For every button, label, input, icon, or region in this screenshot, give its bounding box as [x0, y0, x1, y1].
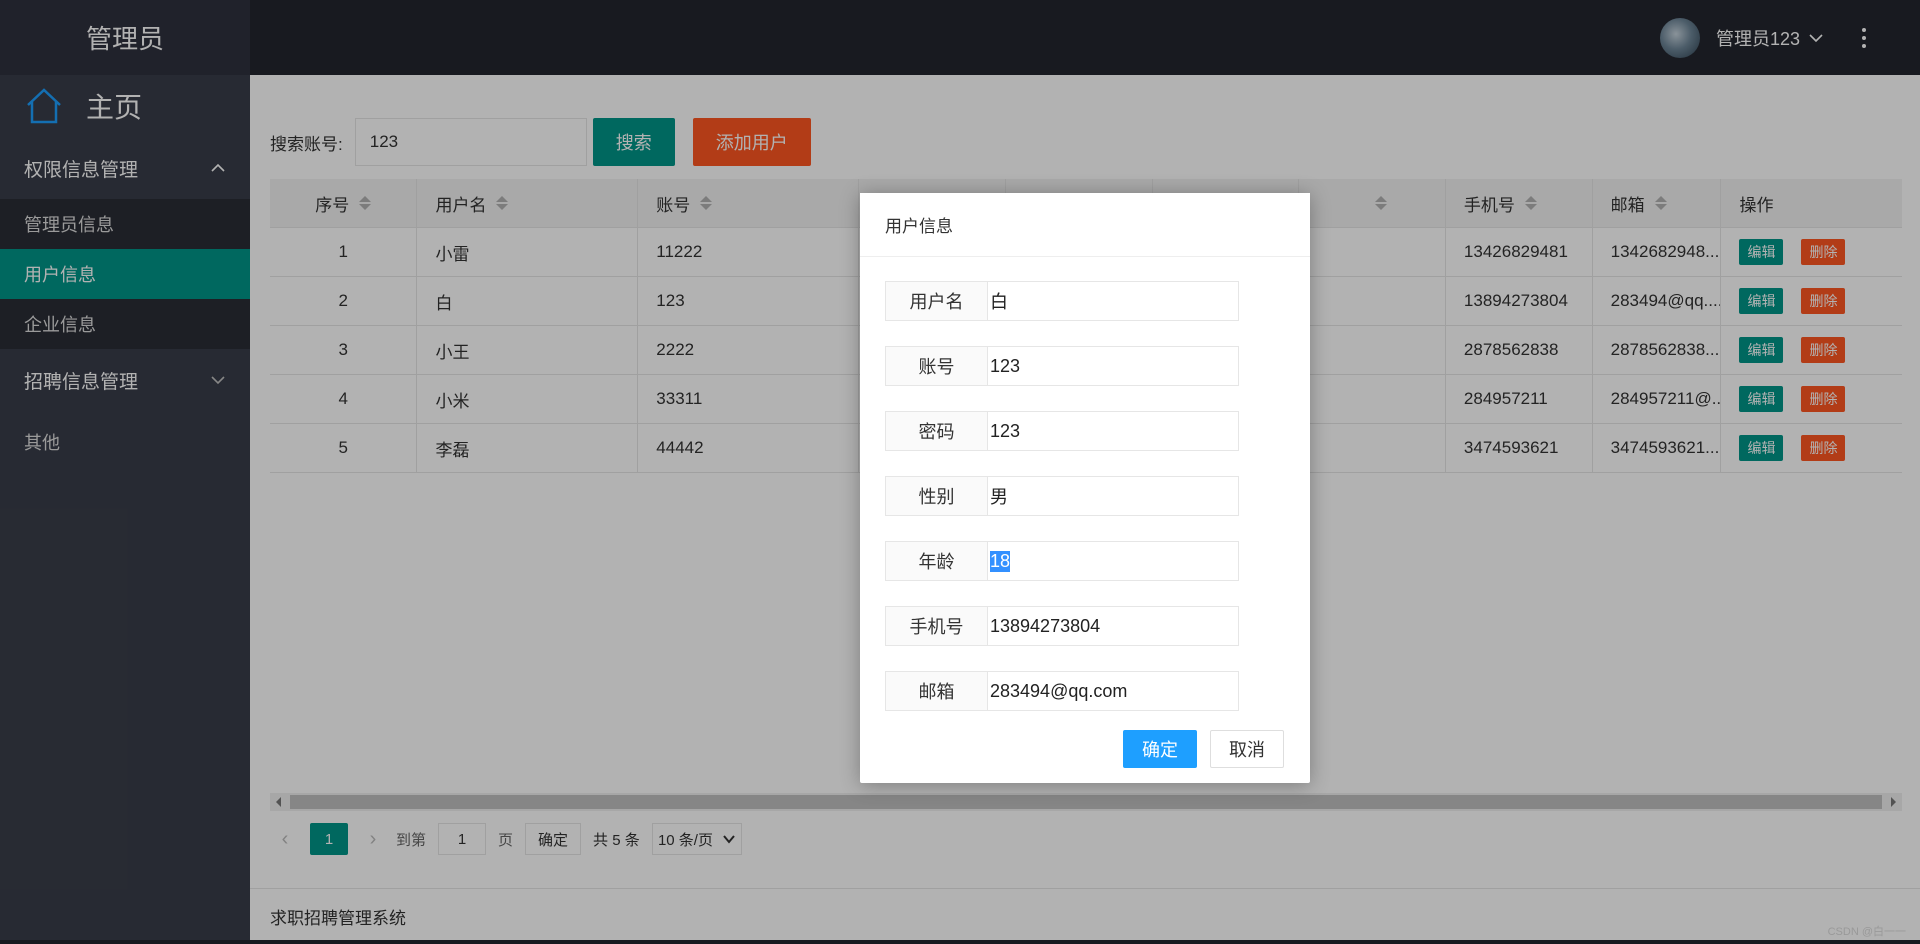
field-label: 用户名 [886, 282, 988, 320]
field-label: 年龄 [886, 542, 988, 580]
user-info-dialog: 用户信息 用户名 白 账号 123 密码 123 性别 男 年龄 18 手机号 … [860, 193, 1310, 783]
selected-text: 18 [990, 550, 1011, 572]
field-label: 密码 [886, 412, 988, 450]
field-phone: 手机号 13894273804 [885, 606, 1239, 646]
field-label: 邮箱 [886, 672, 988, 710]
gender-input[interactable]: 男 [988, 477, 1238, 515]
watermark: CSDN @白一一 [1827, 926, 1906, 938]
field-password: 密码 123 [885, 411, 1239, 451]
email-input[interactable]: 283494@qq.com [988, 672, 1238, 710]
field-email: 邮箱 283494@qq.com [885, 671, 1239, 711]
age-input[interactable]: 18 [988, 542, 1238, 580]
phone-input[interactable]: 13894273804 [988, 607, 1238, 645]
field-label: 性别 [886, 477, 988, 515]
account-input[interactable]: 123 [988, 347, 1238, 385]
password-input[interactable]: 123 [988, 412, 1238, 450]
field-label: 账号 [886, 347, 988, 385]
field-gender: 性别 男 [885, 476, 1239, 516]
cancel-button[interactable]: 取消 [1210, 730, 1284, 768]
username-input[interactable]: 白 [988, 282, 1238, 320]
field-account: 账号 123 [885, 346, 1239, 386]
field-age: 年龄 18 [885, 541, 1239, 581]
field-username: 用户名 白 [885, 281, 1239, 321]
field-label: 手机号 [886, 607, 988, 645]
confirm-button[interactable]: 确定 [1123, 730, 1197, 768]
dialog-title: 用户信息 [860, 193, 1310, 257]
